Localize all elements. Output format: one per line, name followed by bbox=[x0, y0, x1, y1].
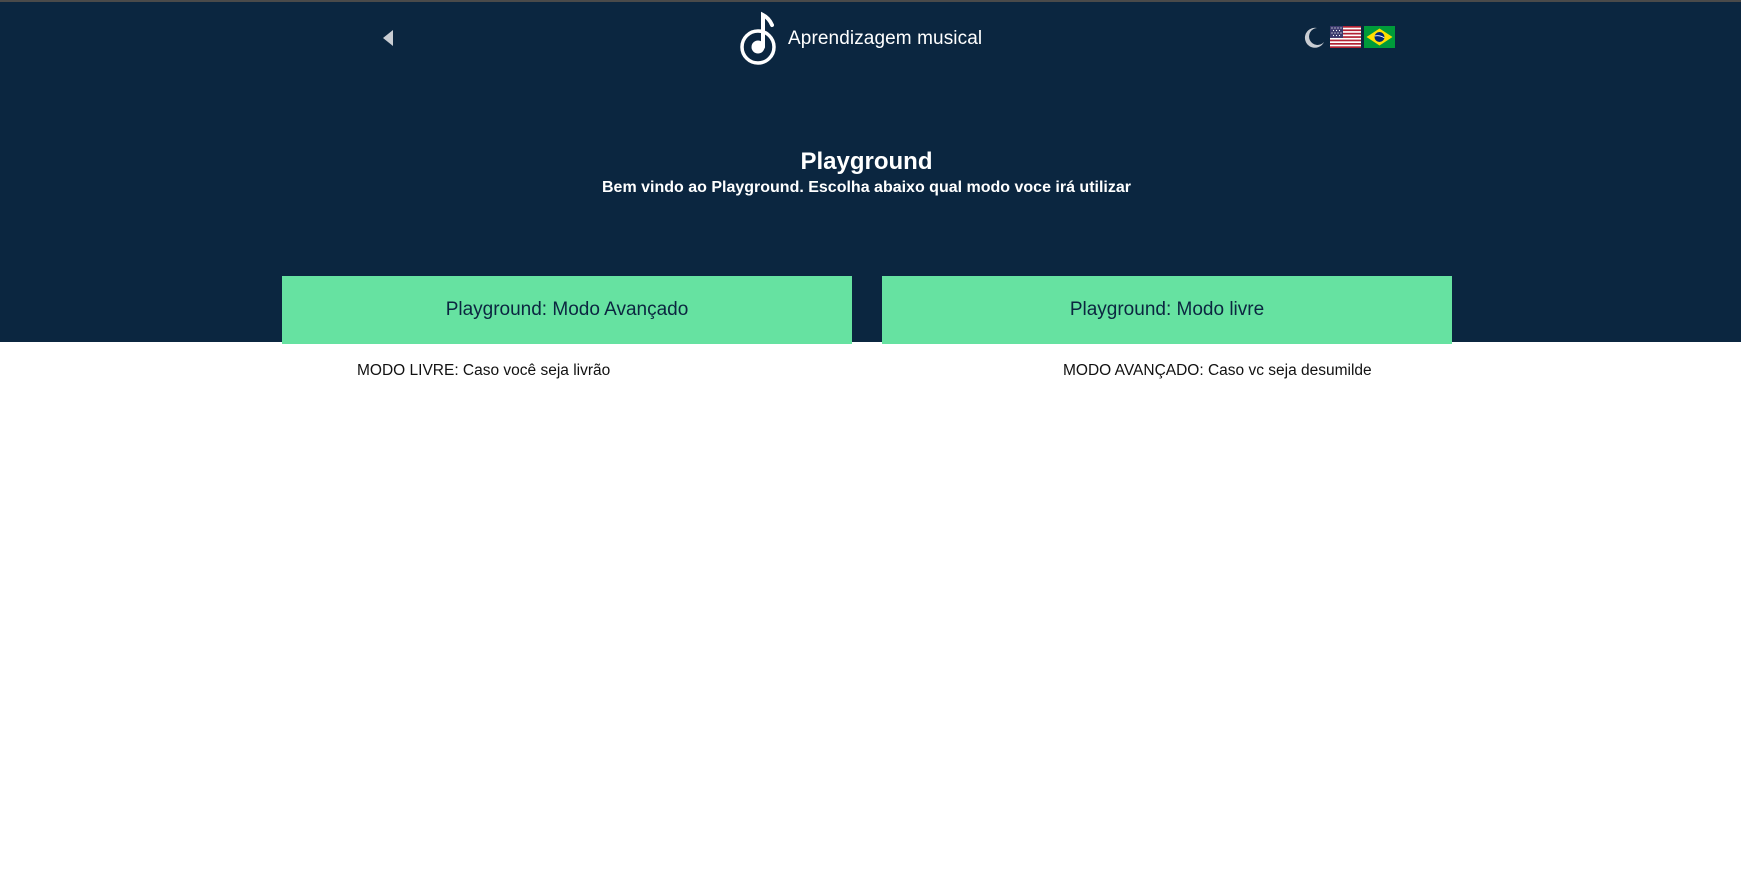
theme-toggle-button[interactable] bbox=[1301, 24, 1327, 50]
page-title: Playground bbox=[800, 148, 933, 175]
back-triangle-icon bbox=[383, 30, 393, 46]
us-flag-icon[interactable] bbox=[1330, 26, 1361, 48]
app-title: Aprendizagem musical bbox=[788, 28, 983, 49]
free-mode-description: MODO LIVRE: Caso você seja livrão bbox=[357, 362, 611, 379]
music-note-logo-icon bbox=[740, 10, 780, 68]
advanced-mode-description: MODO AVANÇADO: Caso vc seja desumilde bbox=[1063, 362, 1372, 379]
header-controls bbox=[1301, 24, 1395, 50]
brand[interactable]: Aprendizagem musical bbox=[740, 10, 982, 68]
back-button[interactable] bbox=[378, 24, 398, 52]
hero-section: Aprendizagem musical Playground Bem vind… bbox=[0, 2, 1741, 344]
free-mode-button[interactable]: Playground: Modo livre bbox=[882, 276, 1452, 344]
brazil-flag-icon[interactable] bbox=[1364, 26, 1395, 48]
page-subtitle: Bem vindo ao Playground. Escolha abaixo … bbox=[601, 179, 1131, 196]
moon-icon bbox=[1304, 27, 1324, 48]
advanced-mode-button[interactable]: Playground: Modo Avançado bbox=[282, 276, 852, 344]
